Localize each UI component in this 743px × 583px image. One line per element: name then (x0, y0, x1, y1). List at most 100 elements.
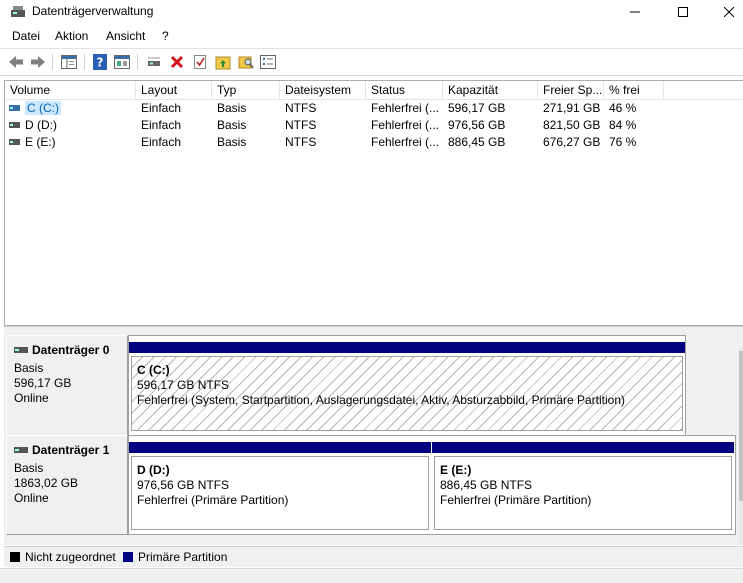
partition-c[interactable]: C (C:) 596,17 GB NTFS Fehlerfrei (System… (129, 342, 685, 433)
column-header-dateisystem[interactable]: Dateisystem (280, 81, 366, 99)
typ-cell: Basis (217, 101, 247, 115)
title-bar: Datenträgerverwaltung (0, 0, 743, 24)
volume-name: D (D:) (25, 118, 57, 132)
console-tree-button[interactable] (59, 52, 79, 72)
prozent-frei-cell: 76 % (609, 135, 637, 149)
menu-help[interactable]: ? (162, 29, 169, 43)
kapazitaet-cell: 976,56 GB (448, 118, 506, 132)
disk-1-state: Online (14, 491, 49, 505)
legend-swatch (10, 552, 20, 562)
volume-list[interactable]: Volume Layout Typ Dateisystem Status Kap… (4, 80, 743, 326)
partition-e-body: E (E:) 886,45 GB NTFS Fehlerfrei (Primär… (434, 456, 732, 530)
folder-up-button[interactable] (213, 52, 233, 72)
partition-bar (129, 342, 685, 353)
column-header-freier-speicher[interactable]: Freier Sp... (538, 81, 604, 99)
column-header-layout[interactable]: Layout (136, 81, 212, 99)
partition-status: Fehlerfrei (Primäre Partition) (440, 493, 592, 507)
typ-cell: Basis (217, 118, 247, 132)
disk-0-title: Datenträger 0 (14, 343, 109, 357)
back-icon (9, 56, 23, 68)
partition-size: 976,56 GB NTFS (137, 478, 230, 492)
freier-speicher-cell: 271,91 GB (543, 101, 601, 115)
maximize-icon (678, 7, 688, 17)
menu-aktion[interactable]: Aktion (55, 29, 88, 43)
disk-1-type: Basis (14, 461, 44, 475)
delete-button[interactable] (167, 52, 187, 72)
delete-icon (170, 55, 184, 69)
volume-row[interactable]: D (D:) Einfach Basis NTFS Fehlerfrei (..… (5, 117, 743, 134)
help-button[interactable]: ? (90, 52, 110, 72)
legend-label: Primäre Partition (138, 550, 228, 564)
disk-icon (14, 347, 28, 353)
disk-view-scrollbar[interactable] (739, 347, 743, 545)
menu-datei[interactable]: Datei (12, 29, 40, 43)
status-cell: Fehlerfrei (... (371, 118, 440, 132)
disk-1-title: Datenträger 1 (14, 443, 109, 457)
partition-bar (432, 442, 734, 453)
disk-management-app-icon (11, 6, 25, 17)
typ-cell: Basis (217, 135, 247, 149)
volume-cell: D (D:) (5, 117, 136, 134)
toolbar-separator (137, 54, 138, 70)
check-icon (194, 55, 206, 69)
kapazitaet-cell: 596,17 GB (448, 101, 506, 115)
partition-bar (129, 442, 431, 453)
volume-list-header: Volume Layout Typ Dateisystem Status Kap… (5, 81, 743, 100)
column-header-volume[interactable]: Volume (5, 81, 136, 99)
column-header-status[interactable]: Status (366, 81, 443, 99)
column-header-typ[interactable]: Typ (212, 81, 280, 99)
volume-drive-icon (9, 105, 20, 111)
forward-icon (31, 56, 45, 68)
layout-cell: Einfach (141, 135, 182, 149)
volume-row[interactable]: C (C:) Einfach Basis NTFS Fehlerfrei (..… (5, 100, 743, 117)
freier-speicher-cell: 821,50 GB (543, 118, 601, 132)
disk-0-info[interactable]: Datenträger 0 Basis 596,17 GB Online (6, 335, 128, 436)
volume-row[interactable]: E (E:) Einfach Basis NTFS Fehlerfrei (..… (5, 134, 743, 151)
column-header-prozent-frei[interactable]: % frei (604, 81, 664, 99)
search-folder-button[interactable] (236, 52, 256, 72)
scrollbar-thumb[interactable] (739, 351, 743, 501)
dateisystem-cell: NTFS (285, 101, 317, 115)
partition-name: E (E:) (440, 463, 472, 477)
forward-button[interactable] (28, 52, 48, 72)
kapazitaet-cell: 886,45 GB (448, 135, 506, 149)
volume-name: C (C:) (25, 101, 61, 115)
maximize-button[interactable] (660, 0, 706, 24)
legend-item-unallocated: Nicht zugeordnet (10, 550, 116, 564)
dateisystem-cell: NTFS (285, 118, 317, 132)
legend-item-primary: Primäre Partition (123, 550, 227, 564)
disk-graphical-view[interactable]: Datenträger 0 Basis 596,17 GB Online C (… (4, 326, 743, 545)
disk-0-name: Datenträger 0 (32, 343, 110, 357)
dateisystem-cell: NTFS (285, 135, 317, 149)
svg-text:?: ? (97, 56, 104, 70)
partition-e[interactable]: E (E:) 886,45 GB NTFS Fehlerfrei (Primär… (432, 442, 734, 532)
partition-d-body: D (D:) 976,56 GB NTFS Fehlerfrei (Primär… (131, 456, 429, 530)
properties-button[interactable] (112, 52, 132, 72)
close-icon (724, 7, 734, 17)
partition-d[interactable]: D (D:) 976,56 GB NTFS Fehlerfrei (Primär… (129, 442, 431, 532)
status-cell: Fehlerfrei (... (371, 135, 440, 149)
volume-cell: C (C:) (5, 100, 136, 117)
menu-ansicht[interactable]: Ansicht (106, 29, 145, 43)
disk-1-info[interactable]: Datenträger 1 Basis 1863,02 GB Online (6, 435, 128, 535)
check-button[interactable] (190, 52, 210, 72)
console-tree-icon (61, 55, 77, 69)
prozent-frei-cell: 84 % (609, 118, 637, 132)
help-icon: ? (93, 54, 107, 70)
connect-disk-icon (148, 57, 160, 66)
disk-icon (14, 447, 28, 453)
close-button[interactable] (706, 0, 743, 24)
status-bar (0, 568, 743, 583)
settings-list-button[interactable] (258, 52, 278, 72)
toolbar-separator (84, 54, 85, 70)
back-button[interactable] (6, 52, 26, 72)
status-cell: Fehlerfrei (... (371, 101, 440, 115)
connect-disk-button[interactable] (144, 52, 164, 72)
legend-swatch (123, 552, 133, 562)
minimize-button[interactable] (612, 0, 658, 24)
toolbar: ? (0, 48, 743, 76)
column-header-kapazitaet[interactable]: Kapazität (443, 81, 538, 99)
volume-cell: E (E:) (5, 134, 136, 151)
legend-label: Nicht zugeordnet (25, 550, 116, 564)
minimize-icon (630, 11, 640, 13)
